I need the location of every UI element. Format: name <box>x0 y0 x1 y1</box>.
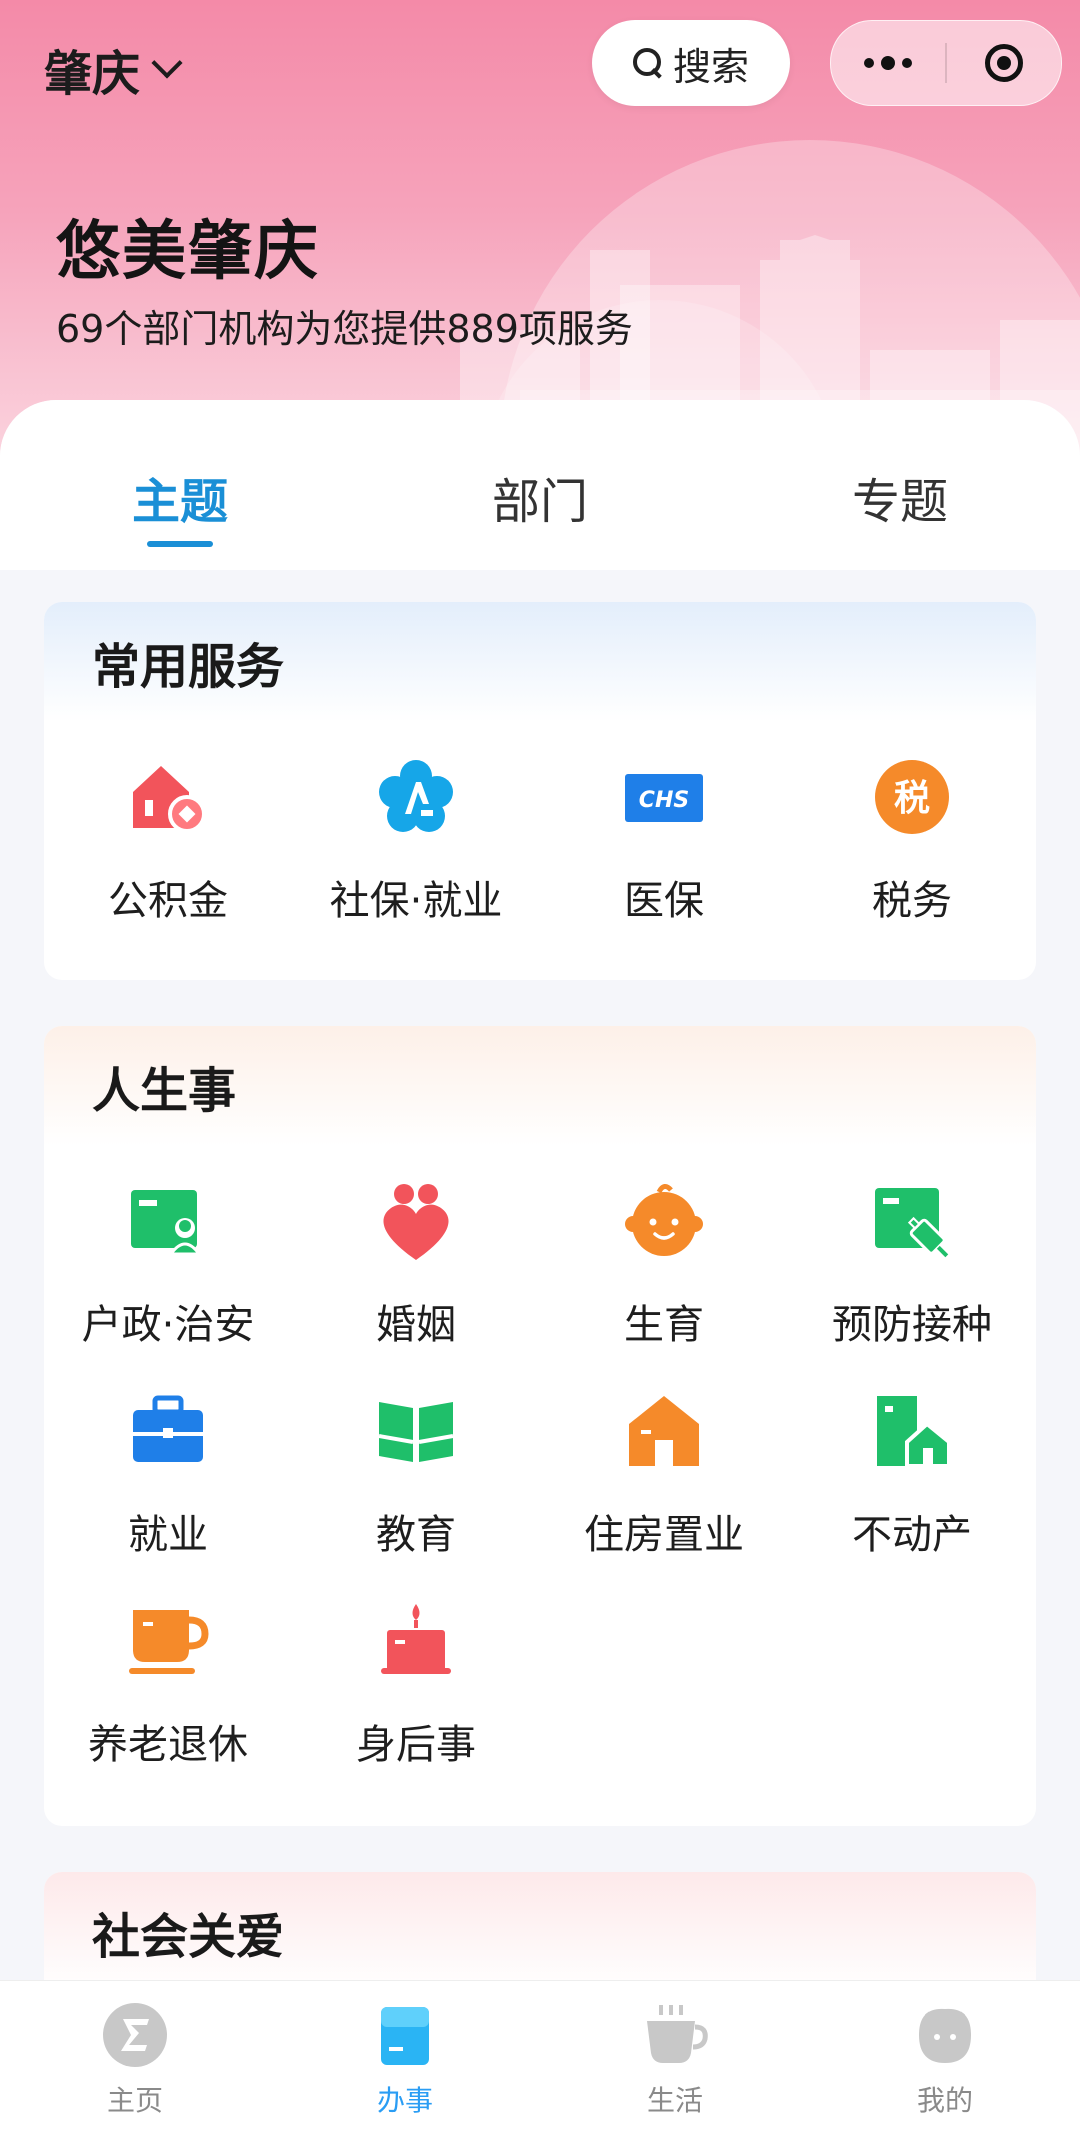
main-content: 主题 部门 专题 常用服务 公积金 社保·就业 CHS 医保 税 税务 人生事 … <box>0 400 1080 1980</box>
profile-icon <box>919 2008 971 2063</box>
services-icon <box>381 2007 429 2065</box>
home-icon <box>103 2003 167 2067</box>
service-label: 婚姻 <box>376 1302 456 1348</box>
teacup-icon <box>129 1610 209 1674</box>
nav-label: 我的 <box>916 2084 973 2117</box>
section-title: 常用服务 <box>44 602 1036 722</box>
service-medical-insurance[interactable]: CHS 医保 <box>540 722 788 932</box>
common-services-section: 常用服务 公积金 社保·就业 CHS 医保 税 税务 <box>44 602 1036 980</box>
page-subtitle: 69个部门机构为您提供889项服务 <box>56 307 633 351</box>
service-label: 公积金 <box>108 878 228 924</box>
more-options-icon[interactable] <box>831 21 945 105</box>
mini-program-capsule <box>830 20 1062 106</box>
house-icon <box>629 1396 699 1466</box>
tab-special-topic[interactable]: 专题 <box>800 462 1000 532</box>
section-title: 社会关爱 <box>44 1872 1036 1980</box>
service-education[interactable]: 教育 <box>292 1356 540 1566</box>
city-selector[interactable]: 肇庆 <box>44 34 183 104</box>
coffee-cup-icon <box>647 2005 708 2063</box>
service-real-estate[interactable]: 不动产 <box>788 1356 1036 1566</box>
tab-department[interactable]: 部门 <box>440 462 640 532</box>
service-label: 养老退休 <box>88 1722 248 1768</box>
nav-services[interactable]: 办事 <box>270 1981 540 2140</box>
service-employment[interactable]: 就业 <box>44 1356 292 1566</box>
house-coin-icon <box>133 766 206 833</box>
service-label: 户政·治安 <box>81 1302 255 1348</box>
vaccine-icon <box>875 1188 949 1258</box>
service-label: 社保·就业 <box>329 878 503 924</box>
service-label: 教育 <box>376 1512 456 1558</box>
service-label: 不动产 <box>852 1512 972 1558</box>
service-label: 生育 <box>624 1302 704 1348</box>
service-vaccination[interactable]: 预防接种 <box>788 1146 1036 1356</box>
service-label: 住房置业 <box>584 1512 744 1558</box>
service-marriage[interactable]: 婚姻 <box>292 1146 540 1356</box>
nav-label: 生活 <box>646 2084 703 2117</box>
real-estate-icon <box>877 1396 951 1468</box>
service-label: 身后事 <box>356 1722 476 1768</box>
service-retirement[interactable]: 养老退休 <box>44 1566 292 1776</box>
briefcase-icon <box>133 1395 203 1462</box>
search-button[interactable]: 搜索 <box>592 20 790 106</box>
section-title: 人生事 <box>44 1026 1036 1146</box>
life-events-section: 人生事 户政·治安 婚姻 生育 预防接种 就业 教育 住房置业 不动产 养老退休… <box>44 1026 1036 1826</box>
chevron-down-icon <box>151 47 183 79</box>
tab-theme[interactable]: 主题 <box>80 462 280 532</box>
city-name: 肇庆 <box>44 46 141 102</box>
service-social-security[interactable]: 社保·就业 <box>292 722 540 932</box>
service-funeral-affairs[interactable]: 身后事 <box>292 1566 540 1776</box>
search-label: 搜索 <box>672 44 749 89</box>
service-housing-purchase[interactable]: 住房置业 <box>540 1356 788 1566</box>
book-icon <box>378 1402 454 1462</box>
heart-couple-icon <box>383 1184 449 1260</box>
nav-label: 主页 <box>106 2084 163 2117</box>
nav-life[interactable]: 生活 <box>540 1981 810 2140</box>
social-care-section: 社会关爱 <box>44 1872 1036 1980</box>
search-icon <box>632 48 663 78</box>
service-housing-fund[interactable]: 公积金 <box>44 722 292 932</box>
svg-text:税: 税 <box>894 778 930 819</box>
nav-home[interactable]: 主页 <box>0 1981 270 2140</box>
id-card-icon <box>131 1190 202 1256</box>
service-label: 预防接种 <box>832 1302 992 1348</box>
active-tab-indicator <box>147 541 213 547</box>
candle-icon <box>381 1604 451 1674</box>
tax-icon: 税 <box>875 760 949 834</box>
service-household-security[interactable]: 户政·治安 <box>44 1146 292 1356</box>
svg-text:CHS: CHS <box>639 788 689 813</box>
tab-bar: 主题 部门 专题 <box>0 400 1080 570</box>
page-title: 悠美肇庆 <box>56 215 320 289</box>
service-label: 就业 <box>128 1512 208 1558</box>
service-label: 医保 <box>624 878 704 924</box>
chs-medical-insurance-icon: CHS <box>625 774 703 822</box>
service-childbirth[interactable]: 生育 <box>540 1146 788 1356</box>
nav-label: 办事 <box>376 2084 433 2117</box>
service-tax[interactable]: 税 税务 <box>788 722 1036 932</box>
service-label: 税务 <box>872 878 952 924</box>
close-miniprogram-icon[interactable] <box>947 21 1061 105</box>
baby-face-icon <box>625 1184 703 1256</box>
nav-profile[interactable]: 我的 <box>810 1981 1080 2140</box>
bottom-navigation: 主页 办事 生活 我的 <box>0 1980 1080 2140</box>
social-security-icon <box>379 760 453 832</box>
